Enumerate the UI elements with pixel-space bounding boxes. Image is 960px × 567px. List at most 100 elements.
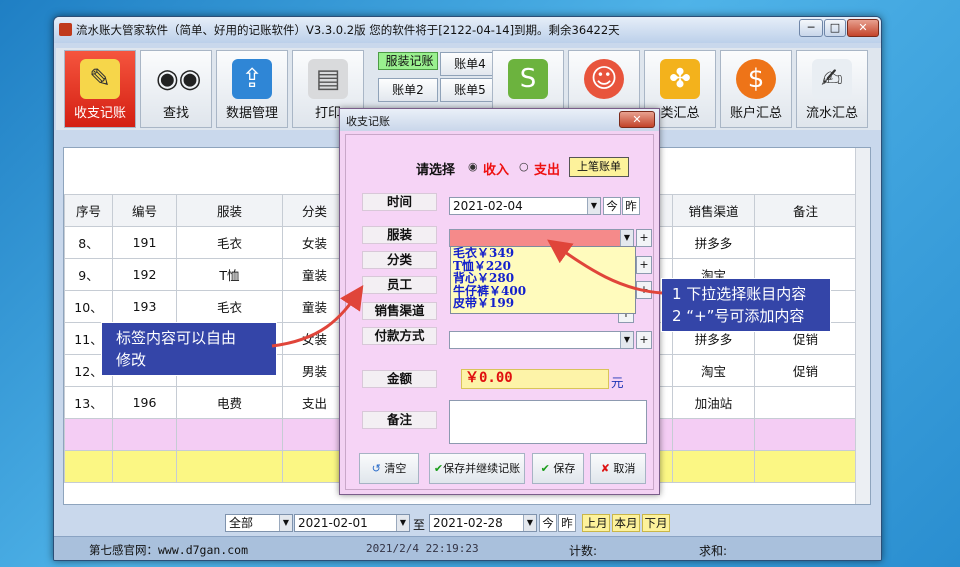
column-header[interactable]: 分类 xyxy=(282,194,347,227)
puzzle-icon: ✤ xyxy=(660,59,700,99)
cell-channel: 淘宝 xyxy=(672,354,755,387)
status-bar: 第七感官网：www.d7gan.com 2021/2/4 22:19:23 计数… xyxy=(54,536,881,560)
check-icon: ✔ xyxy=(540,462,550,475)
to-label: 至 xyxy=(413,518,426,532)
clothing-dropdown-list[interactable]: 毛衣￥349 T恤￥220 背心￥280 牛仔裤￥400 皮带￥199 xyxy=(450,246,636,314)
save-button[interactable]: ✔ 保存 xyxy=(532,453,584,484)
payment-select[interactable]: ▼ xyxy=(449,331,634,349)
toolbar-label: 收支记账 xyxy=(73,106,126,121)
cell-no: 9、 xyxy=(64,258,113,291)
tab-clothing[interactable]: 服装记账 xyxy=(378,52,438,70)
column-header[interactable]: 序号 xyxy=(64,194,113,227)
clear-button[interactable]: ↺ 清空 xyxy=(359,453,419,484)
this-month-button[interactable]: 本月 xyxy=(612,514,640,532)
time-value: 2021-02-04 xyxy=(453,199,523,213)
cell-no: 8、 xyxy=(64,226,113,259)
clear-icon: ↺ xyxy=(371,462,381,475)
vertical-scrollbar[interactable] xyxy=(855,148,870,504)
printer-icon: ▤ xyxy=(308,59,348,99)
toolbar-button-flow-summary[interactable]: ✍ 流水汇总 xyxy=(796,50,868,128)
next-month-button[interactable]: 下月 xyxy=(642,514,670,532)
income-label[interactable]: 收入 xyxy=(483,159,509,178)
person-icon: ☺ xyxy=(584,59,624,99)
cell-id: 191 xyxy=(112,226,177,259)
toolbar-button-data[interactable]: ⇪ 数据管理 xyxy=(216,50,288,128)
clothing-select[interactable]: ▼ xyxy=(449,229,634,247)
chevron-down-icon: ▼ xyxy=(587,198,600,214)
chevron-down-icon: ▼ xyxy=(396,515,409,531)
toolbar-label: 查找 xyxy=(162,106,189,121)
scope-value: 全部 xyxy=(229,516,254,530)
app-icon xyxy=(59,23,72,36)
chevron-down-icon: ▼ xyxy=(620,332,633,348)
maximize-button[interactable]: □ xyxy=(824,19,846,37)
time-field[interactable]: 2021-02-04 ▼ xyxy=(449,197,601,215)
amount-field[interactable]: ￥0.00 xyxy=(461,369,609,389)
expense-radio[interactable]: ○ xyxy=(519,160,529,173)
save-continue-button[interactable]: ✔保存并继续记账 xyxy=(429,453,525,484)
toolbar-button-bookkeeping[interactable]: ✎ 收支记账 xyxy=(64,50,136,128)
close-button[interactable]: ✕ xyxy=(847,19,879,37)
add-category-button[interactable]: + xyxy=(636,256,652,274)
date-from-field[interactable]: 2021-02-01 ▼ xyxy=(294,514,410,532)
datetime-text: 2021/2/4 22:19:23 xyxy=(366,542,479,555)
website-text: 第七感官网：www.d7gan.com xyxy=(89,543,249,557)
minimize-button[interactable]: ─ xyxy=(799,19,823,37)
cell-category: 童装 xyxy=(282,290,347,323)
tab-bill5[interactable]: 账单5 xyxy=(440,78,500,102)
note-field[interactable] xyxy=(449,400,647,444)
scope-select[interactable]: 全部 ▼ xyxy=(225,514,293,532)
list-item[interactable]: 皮带￥199 xyxy=(453,297,635,310)
date-from-value: 2021-02-01 xyxy=(298,516,368,530)
choose-label: 请选择 xyxy=(416,163,456,178)
filter-bar: 全部 ▼ 2021-02-01 ▼ 至 2021-02-28 ▼ 今 昨 上月 本月 … xyxy=(54,511,881,536)
column-header[interactable]: 备注 xyxy=(754,194,857,227)
list-item[interactable]: 背心￥280 xyxy=(453,272,635,285)
toolbar-button-account-summary[interactable]: $ 账户汇总 xyxy=(720,50,792,128)
cell-category: 童装 xyxy=(282,258,347,291)
cell-note: 促销 xyxy=(754,354,857,387)
add-payment-button[interactable]: + xyxy=(636,331,652,349)
cell-channel: 加油站 xyxy=(672,386,755,419)
column-header[interactable]: 销售渠道 xyxy=(672,194,755,227)
add-staff-button[interactable]: + xyxy=(636,281,652,299)
save-label: 保存 xyxy=(553,462,576,475)
window-title: 流水账大管家软件（简单、好用的记账软件）V3.3.0.2版 您的软件将于[212… xyxy=(76,23,620,37)
payment-label: 付款方式 xyxy=(362,327,437,345)
income-radio[interactable]: ◉ xyxy=(468,160,478,173)
expense-label[interactable]: 支出 xyxy=(534,159,560,178)
clothing-label: 服装 xyxy=(362,226,437,244)
ledger-pen-icon: ✍ xyxy=(812,59,852,99)
cross-icon: ✘ xyxy=(600,462,610,475)
cell-category: 男装 xyxy=(282,354,347,387)
annotation-left: 标签内容可以自由 修改 xyxy=(101,322,277,376)
amount-label: 金额 xyxy=(362,370,437,388)
cell-item: 毛衣 xyxy=(176,290,283,323)
title-bar: 流水账大管家软件（简单、好用的记账软件）V3.3.0.2版 您的软件将于[212… xyxy=(54,17,881,43)
chevron-down-icon: ▼ xyxy=(279,515,292,531)
last-month-button[interactable]: 上月 xyxy=(582,514,610,532)
tab-bill2[interactable]: 账单2 xyxy=(378,78,438,102)
dialog-title: 收支记账 xyxy=(346,115,390,128)
dialog-today-button[interactable]: 今 xyxy=(603,197,621,215)
add-clothing-button[interactable]: + xyxy=(636,229,652,247)
prev-bill-button[interactable]: 上笔账单 xyxy=(569,157,629,177)
cancel-button[interactable]: ✘ 取消 xyxy=(590,453,646,484)
sum-label: 求和: xyxy=(699,544,728,558)
dialog-close-button[interactable]: ✕ xyxy=(619,111,655,128)
usb-drive-icon: ⇪ xyxy=(232,59,272,99)
annotation-right: 1 下拉选择账目内容 2 “+”号可添加内容 xyxy=(661,278,831,332)
yesterday-button[interactable]: 昨 xyxy=(558,514,576,532)
cell-note xyxy=(754,386,857,419)
notepad-pencil-icon: ✎ xyxy=(80,59,120,99)
today-button[interactable]: 今 xyxy=(539,514,557,532)
currency-unit: 元 xyxy=(611,375,624,390)
column-header[interactable]: 服装 xyxy=(176,194,283,227)
toolbar-button-search[interactable]: ◉◉ 查找 xyxy=(140,50,212,128)
column-header[interactable]: 编号 xyxy=(112,194,177,227)
tab-bill4[interactable]: 账单4 xyxy=(440,52,500,76)
date-to-field[interactable]: 2021-02-28 ▼ xyxy=(429,514,537,532)
cell-id: 193 xyxy=(112,290,177,323)
list-item[interactable]: 毛衣￥349 xyxy=(453,247,635,260)
dialog-yesterday-button[interactable]: 昨 xyxy=(622,197,640,215)
